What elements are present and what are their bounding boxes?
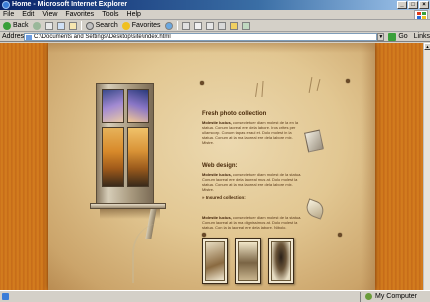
menu-view[interactable]: View xyxy=(42,10,57,20)
scratch-mark xyxy=(308,77,313,93)
window-pane xyxy=(102,89,124,123)
section-text: Molestie lucius, consectetuer diam moles… xyxy=(202,215,302,230)
menu-help[interactable]: Help xyxy=(127,10,141,20)
paper-background: Fresh photo collection Molestie lucius, … xyxy=(48,43,375,290)
search-button[interactable]: Search xyxy=(85,21,118,31)
favorites-star-icon xyxy=(121,21,130,30)
thumbnail-image xyxy=(271,241,291,281)
back-button[interactable]: Back xyxy=(3,21,29,31)
back-arrow-icon xyxy=(3,21,11,30)
scratch-mark xyxy=(316,79,321,91)
window-pane xyxy=(127,89,149,123)
thumbnail-image xyxy=(205,241,225,281)
paper-top-edge xyxy=(48,43,375,53)
my-computer-icon xyxy=(365,293,372,300)
minimize-button[interactable]: _ xyxy=(397,1,407,9)
window-controls: _ □ × xyxy=(397,1,429,9)
forward-arrow-icon xyxy=(32,21,41,30)
window-pane xyxy=(127,127,149,187)
forward-button[interactable] xyxy=(32,21,41,31)
paper-right-edge xyxy=(361,43,375,290)
menu-tools[interactable]: Tools xyxy=(102,10,118,20)
toolbar-separator xyxy=(80,21,82,30)
paper-clip-illustration xyxy=(304,129,324,153)
address-bar: Address C:\Documents and Settings\Deskto… xyxy=(0,32,430,42)
stop-icon[interactable] xyxy=(44,21,53,30)
section-text: Molestie lucius, consectetuer diam moles… xyxy=(202,172,302,192)
internet-explorer-icon xyxy=(2,1,10,9)
back-label: Back xyxy=(13,22,29,29)
nail-icon xyxy=(338,233,342,237)
close-button[interactable]: × xyxy=(419,1,429,9)
nail-icon xyxy=(346,79,350,83)
address-url: C:\Documents and Settings\Desktop\site\i… xyxy=(34,33,171,40)
menu-file[interactable]: File xyxy=(3,10,14,20)
window-illustration xyxy=(96,83,154,205)
page-viewport: Fresh photo collection Molestie lucius, … xyxy=(0,43,430,290)
section-title: Fresh photo collection xyxy=(202,111,267,117)
links-label[interactable]: Links xyxy=(414,33,430,40)
folder-icon[interactable] xyxy=(229,21,238,30)
status-bar: My Computer xyxy=(0,290,430,302)
photo-thumbnail[interactable] xyxy=(268,238,294,284)
photo-thumbnail[interactable] xyxy=(235,238,261,284)
section-insured: Molestie lucius, consectetuer diam moles… xyxy=(202,215,302,230)
page-icon xyxy=(26,34,32,40)
nail-icon xyxy=(200,81,204,85)
section-web-design: Web design: Molestie lucius, consectetue… xyxy=(202,163,302,200)
standard-toolbar: Back Search Favorites xyxy=(0,20,430,32)
paper-curl xyxy=(132,223,172,283)
zone-label: My Computer xyxy=(375,293,418,300)
go-button[interactable]: Go xyxy=(388,32,408,41)
scratch-mark xyxy=(261,80,264,98)
address-label: Address xyxy=(2,33,28,40)
favorites-label: Favorites xyxy=(131,22,161,29)
home-icon[interactable] xyxy=(68,21,77,30)
window-pane xyxy=(102,127,124,187)
address-input[interactable]: C:\Documents and Settings\Desktop\site\i… xyxy=(24,32,378,41)
menu-edit[interactable]: Edit xyxy=(22,10,34,20)
menu-favorites[interactable]: Favorites xyxy=(65,10,94,20)
mail-icon[interactable] xyxy=(181,21,190,30)
print-icon[interactable] xyxy=(193,21,202,30)
vertical-scrollbar[interactable]: ▲ xyxy=(423,43,430,290)
section-fresh-photo: Fresh photo collection Molestie lucius, … xyxy=(202,111,302,145)
windows-logo-icon xyxy=(414,10,428,20)
toolbar-separator xyxy=(176,21,178,30)
bird-illustration xyxy=(303,198,327,220)
edit-icon[interactable] xyxy=(205,21,214,30)
discuss-icon[interactable] xyxy=(217,21,226,30)
search-icon xyxy=(85,21,94,30)
search-label: Search xyxy=(95,22,118,29)
section-text: Molestie lucius, consectetuer diam moles… xyxy=(202,120,302,145)
section-title: Web design: xyxy=(202,163,238,169)
thumbnail-image xyxy=(238,241,258,281)
scroll-up-button[interactable]: ▲ xyxy=(424,43,430,50)
section-subtitle[interactable]: » Insured collection: xyxy=(202,195,302,200)
window-title: Home - Microsoft Internet Explorer xyxy=(12,1,128,8)
nail-icon xyxy=(202,233,206,237)
media-icon[interactable] xyxy=(164,21,173,30)
refresh-icon[interactable] xyxy=(56,21,65,30)
go-arrow-icon xyxy=(388,32,397,41)
title-bar: Home - Microsoft Internet Explorer _ □ × xyxy=(0,0,430,10)
menu-bar: File Edit View Favorites Tools Help xyxy=(0,10,430,20)
page-done-icon xyxy=(2,293,9,300)
favorites-button[interactable]: Favorites xyxy=(121,21,161,31)
address-dropdown-button[interactable]: ▼ xyxy=(377,32,385,41)
status-main xyxy=(2,293,360,300)
photo-thumbnail[interactable] xyxy=(202,238,228,284)
maximize-button[interactable]: □ xyxy=(408,1,418,9)
security-zone: My Computer xyxy=(360,291,430,302)
scratch-mark xyxy=(255,82,258,98)
messenger-icon[interactable] xyxy=(241,21,250,30)
go-label: Go xyxy=(398,33,408,40)
